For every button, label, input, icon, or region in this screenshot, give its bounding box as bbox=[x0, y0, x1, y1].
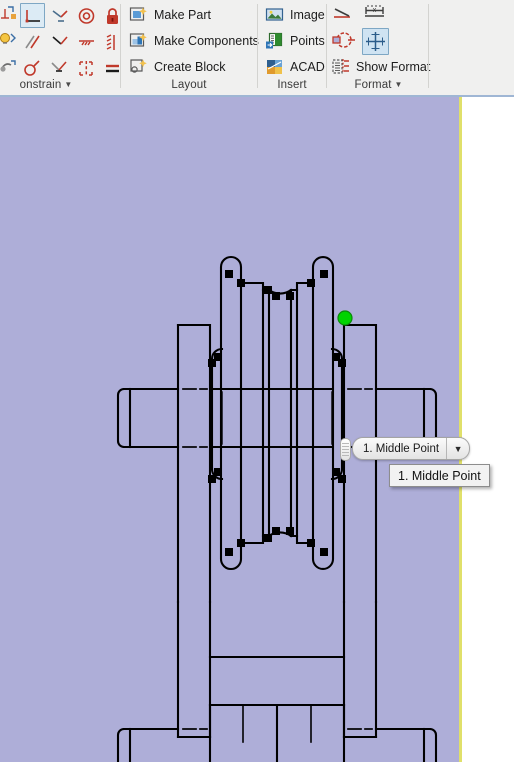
create-block-icon bbox=[129, 57, 149, 77]
parallel-constraint-icon[interactable] bbox=[21, 30, 44, 54]
center-point-icon[interactable] bbox=[363, 29, 389, 55]
make-part-label: Make Part bbox=[154, 8, 211, 22]
format-caret-icon: ▼ bbox=[394, 80, 403, 89]
ribbon-group-insert: Image Points ACAD Insert bbox=[258, 0, 326, 95]
insert-image-button[interactable]: Image bbox=[265, 3, 325, 27]
constrain-caret-icon: ▼ bbox=[64, 80, 73, 89]
drag-grip-handle[interactable] bbox=[340, 438, 351, 461]
image-icon bbox=[265, 5, 285, 25]
middle-point-tooltip: 1. Middle Point bbox=[389, 464, 490, 487]
insert-acad-button[interactable]: ACAD bbox=[265, 55, 325, 79]
vertical-constraint-icon[interactable] bbox=[75, 56, 98, 80]
points-icon bbox=[265, 31, 285, 51]
create-block-label: Create Block bbox=[154, 60, 226, 74]
make-part-button[interactable]: Make Part bbox=[129, 3, 211, 27]
cad-sketch-geometry[interactable] bbox=[0, 97, 514, 762]
ribbon-group-insert-title: Insert bbox=[277, 79, 307, 91]
perpendicular-constraint-icon[interactable] bbox=[21, 4, 44, 28]
make-part-icon bbox=[129, 5, 149, 25]
make-components-button[interactable]: Make Components bbox=[129, 29, 259, 53]
image-label: Image bbox=[290, 8, 325, 22]
create-block-button[interactable]: Create Block bbox=[129, 55, 226, 79]
show-format-icon bbox=[331, 57, 351, 77]
sketch-selection-handles bbox=[208, 270, 346, 556]
ribbon-group-constrain-title[interactable]: onstrain ▼ bbox=[0, 79, 106, 91]
constraint-tool-partial-3[interactable] bbox=[0, 54, 20, 78]
ribbon-group-format: x Show Format Format ▼ bbox=[327, 0, 430, 95]
make-components-icon bbox=[129, 31, 149, 51]
construction-line-icon[interactable] bbox=[332, 3, 358, 29]
ribbon-group-exit: Finish Sketch Exit bbox=[429, 0, 514, 95]
ribbon-group-constrain: onstrain ▼ bbox=[0, 0, 120, 95]
horizontal-constraint-icon[interactable] bbox=[75, 30, 98, 54]
driven-dimension-icon[interactable] bbox=[332, 29, 358, 55]
ribbon-toolbar: onstrain ▼ Make Part Make Components Cre… bbox=[0, 0, 514, 95]
sketch-canvas[interactable]: 1. Middle Point ▼ 1. Middle Point bbox=[0, 97, 514, 762]
points-label: Points bbox=[290, 34, 325, 48]
insert-points-button[interactable]: Points bbox=[265, 29, 325, 53]
concentric-constraint-icon[interactable] bbox=[75, 4, 98, 28]
ribbon-group-layout-title: Layout bbox=[171, 79, 207, 91]
show-format-button[interactable]: Show Format bbox=[331, 55, 430, 79]
make-components-label: Make Components bbox=[154, 34, 259, 48]
acad-label: ACAD bbox=[290, 60, 325, 74]
smooth-constraint-icon[interactable] bbox=[21, 56, 44, 80]
tangent-constraint-icon[interactable] bbox=[48, 4, 71, 28]
constraint-tool-partial-2[interactable] bbox=[0, 28, 20, 52]
svg-text:x: x bbox=[373, 7, 377, 14]
middle-point-marker bbox=[337, 310, 353, 326]
acad-icon bbox=[265, 57, 285, 77]
ribbon-group-format-title[interactable]: Format ▼ bbox=[327, 79, 430, 91]
collinear-constraint-icon[interactable] bbox=[48, 56, 71, 80]
chevron-down-icon[interactable]: ▼ bbox=[447, 444, 469, 454]
constraint-tool-partial-1[interactable] bbox=[0, 2, 20, 26]
show-format-label: Show Format bbox=[356, 60, 431, 74]
ribbon-group-layout: Make Part Make Components Create Block L… bbox=[121, 0, 259, 95]
middle-point-dropdown-label: 1. Middle Point bbox=[363, 442, 440, 455]
middle-point-dropdown[interactable]: 1. Middle Point ▼ bbox=[352, 437, 471, 460]
dimension-display-icon[interactable]: x bbox=[363, 3, 389, 29]
coincident-constraint-icon[interactable] bbox=[48, 30, 71, 54]
